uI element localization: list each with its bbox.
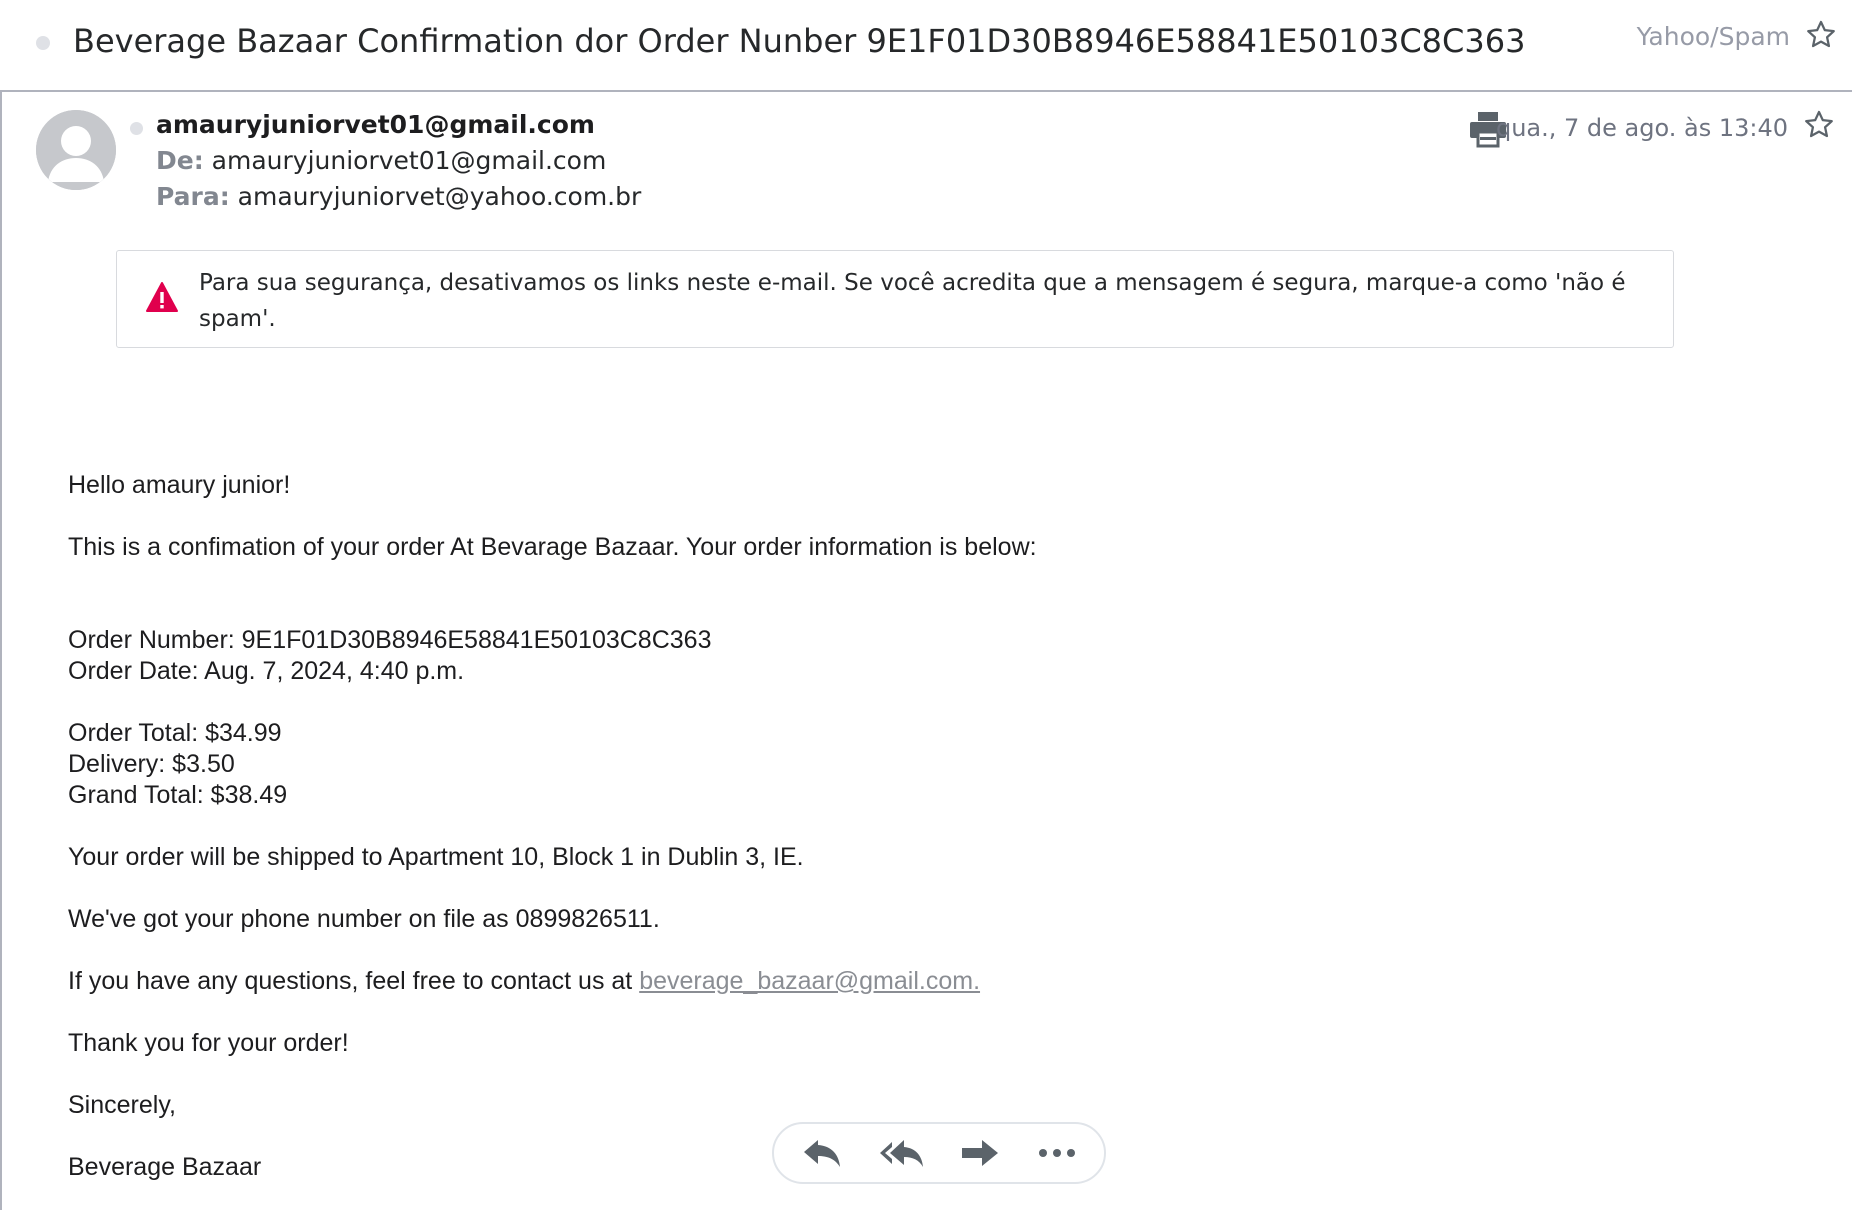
- received-date: qua., 7 de ago. às 13:40: [1495, 114, 1788, 142]
- unread-indicator-dot[interactable]: [36, 36, 50, 50]
- sender-status-dot: [130, 122, 143, 135]
- signature: Beverage Bazaar: [68, 1153, 262, 1181]
- email-subject: Beverage Bazaar Confirmation dor Order N…: [73, 22, 1526, 60]
- order-date: Order Date: Aug. 7, 2024, 4:40 p.m.: [68, 657, 465, 685]
- avatar[interactable]: [36, 110, 116, 190]
- from-label: De:: [156, 146, 204, 175]
- contact-email-link[interactable]: beverage_bazaar@gmail.com.: [639, 967, 980, 995]
- forward-icon[interactable]: [956, 1134, 1002, 1172]
- folder-label[interactable]: Yahoo/Spam: [1637, 22, 1790, 51]
- subject-bar: Beverage Bazaar Confirmation dor Order N…: [0, 0, 1852, 92]
- to-label: Para:: [156, 182, 230, 211]
- to-address[interactable]: amauryjuniorvet@yahoo.com.br: [238, 182, 642, 211]
- to-line: Para: amauryjuniorvet@yahoo.com.br: [156, 182, 641, 211]
- star-icon[interactable]: [1804, 18, 1838, 52]
- questions-text: If you have any questions, feel free to …: [68, 966, 980, 997]
- reply-all-icon[interactable]: [878, 1134, 924, 1172]
- more-icon[interactable]: [1034, 1134, 1080, 1172]
- message-star-icon[interactable]: [1802, 108, 1836, 142]
- person-icon: [36, 110, 116, 190]
- delivery-fee: Delivery: $3.50: [68, 750, 235, 778]
- order-number: Order Number: 9E1F01D30B8946E58841E50103…: [68, 626, 712, 654]
- sender-name[interactable]: amauryjuniorvet01@gmail.com: [156, 110, 595, 139]
- grand-total: Grand Total: $38.49: [68, 781, 288, 809]
- warning-text: Para sua segurança, desativamos os links…: [199, 270, 1626, 332]
- warning-icon: [145, 281, 179, 313]
- intro-text: This is a confimation of your order At B…: [68, 533, 1037, 561]
- security-warning-banner: Para sua segurança, desativamos os links…: [116, 250, 1674, 348]
- message-actions-toolbar: [772, 1122, 1106, 1184]
- from-address[interactable]: amauryjuniorvet01@gmail.com: [212, 146, 607, 175]
- phone-text: We've got your phone number on file as 0…: [68, 905, 660, 933]
- message-panel: amauryjuniorvet01@gmail.com De: amauryju…: [0, 92, 1852, 1210]
- thanks-text: Thank you for your order!: [68, 1029, 349, 1057]
- shipping-address-text: Your order will be shipped to Apartment …: [68, 843, 804, 871]
- questions-prefix: If you have any questions, feel free to …: [68, 967, 640, 995]
- order-total: Order Total: $34.99: [68, 719, 282, 747]
- greeting: Hello amaury junior!: [68, 471, 291, 499]
- closing-text: Sincerely,: [68, 1091, 176, 1119]
- reply-icon[interactable]: [800, 1134, 846, 1172]
- from-line: De: amauryjuniorvet01@gmail.com: [156, 146, 606, 175]
